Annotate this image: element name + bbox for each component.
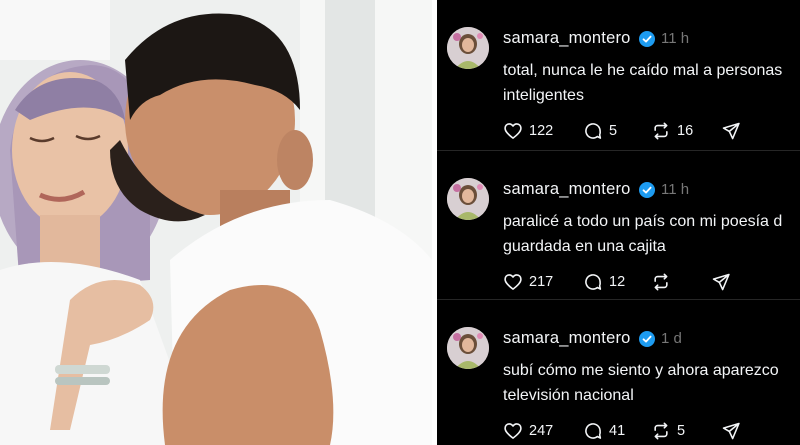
like-count: 122 xyxy=(529,123,554,139)
avatar[interactable] xyxy=(447,327,489,369)
repost-button[interactable] xyxy=(651,271,677,293)
threads-feed[interactable]: samara_montero 11 h total, nunca le he c… xyxy=(437,0,800,445)
avatar-image xyxy=(447,178,489,220)
reply-button[interactable]: 5 xyxy=(583,120,617,142)
photo-of-couple xyxy=(0,0,432,445)
repost-button[interactable]: 5 xyxy=(651,420,685,442)
post-text: paralicé a todo un país con mi poesía d … xyxy=(503,209,800,259)
repost-icon xyxy=(654,273,668,291)
heart-icon xyxy=(504,423,522,439)
like-button[interactable]: 217 xyxy=(503,271,553,293)
like-count: 247 xyxy=(529,423,554,439)
verified-badge-icon xyxy=(639,331,655,347)
post-time: 11 h xyxy=(661,30,690,47)
send-icon xyxy=(712,273,730,291)
repost-icon xyxy=(654,422,668,440)
like-count: 217 xyxy=(529,274,554,290)
post-text: total, nunca le he caído mal a personas … xyxy=(503,58,800,108)
reply-button[interactable]: 41 xyxy=(583,420,625,442)
avatar[interactable] xyxy=(447,178,489,220)
repost-button[interactable]: 16 xyxy=(651,120,693,142)
post-text-line: inteligentes xyxy=(503,87,584,104)
avatar-image xyxy=(447,27,489,69)
reply-count: 41 xyxy=(609,423,626,439)
heart-icon xyxy=(504,123,522,139)
post-text-line: total, nunca le he caído mal a personas xyxy=(503,62,783,79)
share-button[interactable] xyxy=(721,120,741,142)
post-time: 11 h xyxy=(661,181,690,198)
thread-post[interactable]: samara_montero 11 h paralicé a todo un p… xyxy=(437,150,800,298)
send-icon xyxy=(722,422,740,440)
post-text-line: paralicé a todo un país con mi poesía d xyxy=(503,213,783,230)
repost-count: 16 xyxy=(677,123,694,139)
post-text-line: subí cómo me siento y ahora aparezco xyxy=(503,362,779,379)
reply-count: 5 xyxy=(609,123,618,139)
comment-icon xyxy=(585,123,602,139)
verified-badge-icon xyxy=(639,182,655,198)
post-text: subí cómo me siento y ahora aparezco tel… xyxy=(503,358,800,408)
send-icon xyxy=(722,122,740,140)
repost-icon xyxy=(654,122,668,140)
verified-badge-icon xyxy=(639,31,655,47)
reply-count: 12 xyxy=(609,274,626,290)
heart-icon xyxy=(504,274,522,290)
post-text-line: televisión nacional xyxy=(503,387,634,404)
username[interactable]: samara_montero xyxy=(503,180,631,199)
comment-icon xyxy=(585,423,602,439)
post-photo xyxy=(0,0,432,445)
avatar-image xyxy=(447,327,489,369)
avatar[interactable] xyxy=(447,27,489,69)
post-time: 1 d xyxy=(661,330,682,347)
repost-count: 5 xyxy=(677,423,686,439)
username[interactable]: samara_montero xyxy=(503,29,631,48)
thread-post[interactable]: samara_montero 1 d subí cómo me siento y… xyxy=(437,299,800,445)
like-button[interactable]: 122 xyxy=(503,120,553,142)
share-button[interactable] xyxy=(711,271,731,293)
thread-post[interactable]: samara_montero 11 h total, nunca le he c… xyxy=(437,0,800,147)
share-button[interactable] xyxy=(721,420,741,442)
username[interactable]: samara_montero xyxy=(503,329,631,348)
post-text-line: guardada en una cajita xyxy=(503,238,666,255)
like-button[interactable]: 247 xyxy=(503,420,553,442)
reply-button[interactable]: 12 xyxy=(583,271,625,293)
comment-icon xyxy=(585,274,602,290)
